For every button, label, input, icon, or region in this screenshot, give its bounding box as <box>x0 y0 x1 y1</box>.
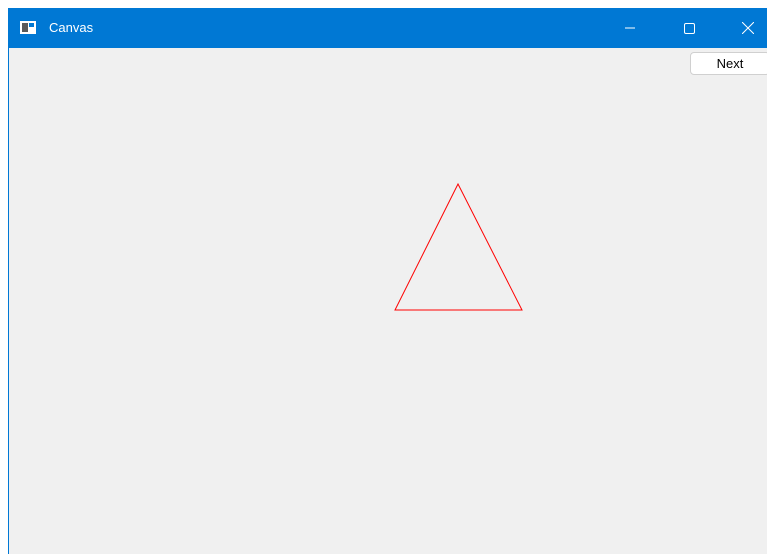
drawing-canvas <box>394 182 523 311</box>
canvas-area: Next <box>9 48 767 554</box>
minimize-button[interactable] <box>607 8 653 48</box>
minimize-icon <box>625 27 635 29</box>
window-title: Canvas <box>49 20 94 35</box>
app-window: Canvas Next <box>8 8 767 554</box>
app-window-icon <box>20 21 36 34</box>
close-button[interactable] <box>725 8 767 48</box>
next-button[interactable]: Next <box>690 52 767 75</box>
close-icon <box>742 22 754 34</box>
maximize-icon <box>683 22 695 34</box>
triangle-shape <box>394 182 523 311</box>
title-bar[interactable]: Canvas <box>9 8 767 48</box>
maximize-button[interactable] <box>666 8 712 48</box>
